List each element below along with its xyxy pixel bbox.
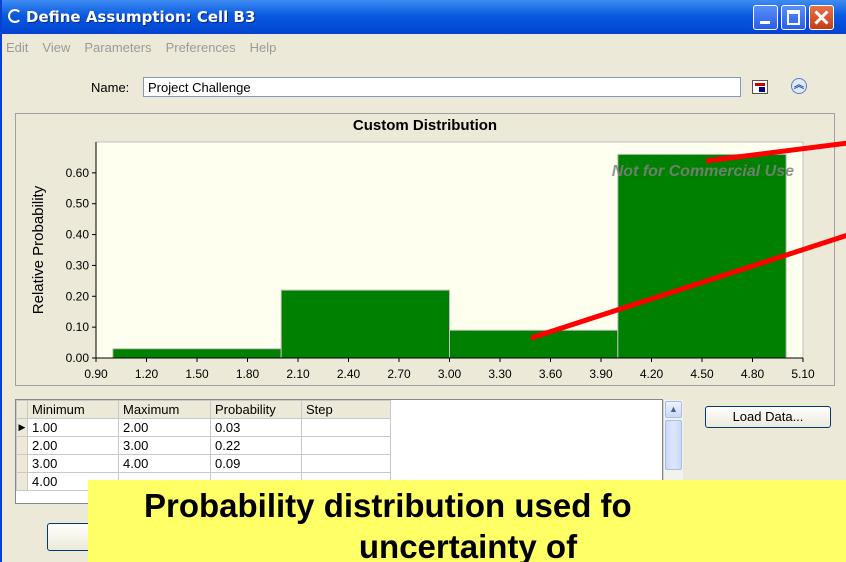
x-tick-label: 4.20: [640, 367, 664, 381]
define-assumption-window: Define Assumption: Cell B3 Edit View Par…: [0, 0, 846, 562]
histogram-bar: [112, 348, 282, 359]
cell-step[interactable]: [301, 418, 391, 437]
histogram-bar: [280, 289, 450, 359]
cell-probability[interactable]: 0.22: [210, 436, 302, 455]
watermark-text: Not for Commercial Use: [612, 163, 794, 180]
selected-row-marker: ▶: [16, 418, 28, 437]
table-row[interactable]: 2.00 3.00 0.22: [16, 436, 391, 455]
table-row[interactable]: ▶ 1.00 2.00 0.03: [16, 418, 391, 437]
x-tick-label: 1.50: [185, 367, 209, 381]
y-tick-label: 0.20: [66, 289, 90, 303]
cell-step[interactable]: [301, 436, 391, 455]
cell-maximum[interactable]: 3.00: [118, 436, 211, 455]
y-axis-label: Relative Probability: [30, 185, 47, 314]
x-tick-label: 2.40: [337, 367, 361, 381]
histogram-bar: [617, 153, 787, 359]
column-header-minimum[interactable]: Minimum: [27, 400, 119, 419]
x-tick-label: 2.70: [387, 367, 411, 381]
y-tick-label: 0.00: [66, 351, 90, 365]
y-tick-label: 0.30: [66, 258, 90, 272]
x-tick-label: 2.10: [286, 367, 310, 381]
table-row[interactable]: 3.00 4.00 0.09: [16, 454, 391, 473]
cell-probability[interactable]: 0.09: [210, 454, 302, 473]
x-tick-label: 1.20: [135, 367, 159, 381]
x-tick-label: 4.80: [741, 367, 765, 381]
x-tick-label: 1.80: [236, 367, 260, 381]
cell-maximum[interactable]: 2.00: [118, 418, 211, 437]
load-data-button[interactable]: Load Data...: [705, 406, 831, 428]
caption-line-1: Probability distribution used fo: [144, 487, 632, 524]
cell-probability[interactable]: 0.03: [210, 418, 302, 437]
table-header-row: Minimum Maximum Probability Step: [16, 400, 391, 419]
x-tick-label: 3.30: [488, 367, 512, 381]
scroll-thumb[interactable]: [665, 420, 682, 470]
caption-line-2: uncertainty of: [358, 528, 578, 562]
cell-step[interactable]: [301, 454, 391, 473]
cell-minimum[interactable]: 1.00: [27, 418, 119, 437]
y-tick-label: 0.40: [66, 228, 90, 242]
x-tick-label: 4.50: [690, 367, 714, 381]
scroll-up-arrow-icon[interactable]: ▲: [665, 401, 682, 418]
column-header-probability[interactable]: Probability: [210, 400, 302, 419]
column-header-maximum[interactable]: Maximum: [118, 400, 211, 419]
cell-maximum[interactable]: 4.00: [118, 454, 211, 473]
y-tick-label: 0.60: [66, 166, 90, 180]
row-header: [16, 472, 28, 491]
y-tick-label: 0.10: [66, 320, 90, 334]
x-tick-label: 0.90: [84, 367, 108, 381]
x-tick-label: 5.10: [791, 367, 815, 381]
y-tick-label: 0.50: [66, 197, 90, 211]
histogram-bar: [449, 329, 619, 359]
row-header-corner: [16, 400, 28, 419]
slide-caption-box: Probability distribution used fo uncerta…: [88, 480, 846, 562]
x-tick-label: 3.00: [438, 367, 462, 381]
x-tick-label: 3.90: [589, 367, 613, 381]
row-header: [16, 436, 28, 455]
x-tick-label: 3.60: [539, 367, 563, 381]
cell-minimum[interactable]: 3.00: [27, 454, 119, 473]
cell-minimum[interactable]: 2.00: [27, 436, 119, 455]
column-header-step[interactable]: Step: [301, 400, 391, 419]
row-header: [16, 454, 28, 473]
